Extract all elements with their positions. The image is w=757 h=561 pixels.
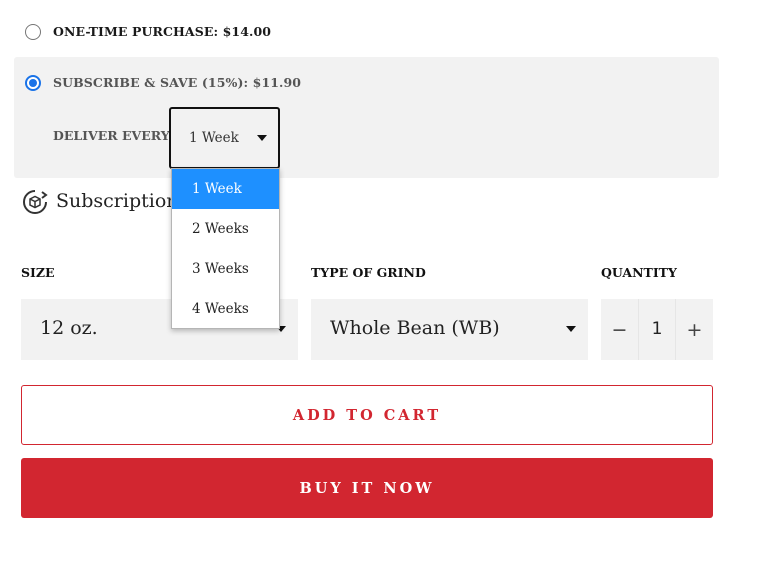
deliver-every-label: DELIVER EVERY [53,128,170,143]
quantity-stepper: − 1 + [601,299,713,360]
delivery-frequency-value: 1 Week [189,130,239,146]
one-time-label[interactable]: ONE-TIME PURCHASE: $14.00 [53,24,271,39]
delivery-option[interactable]: 4 Weeks [172,289,279,328]
subscribe-label[interactable]: SUBSCRIBE & SAVE (15%): $11.90 [53,75,301,90]
subscription-box-icon [23,190,48,214]
delivery-option[interactable]: 1 Week [172,169,279,209]
delivery-frequency-select[interactable]: 1 Week [169,107,280,169]
quantity-decrease-button[interactable]: − [601,299,638,360]
chevron-down-icon [257,135,267,141]
delivery-frequency-dropdown: 1 Week 2 Weeks 3 Weeks 4 Weeks [171,168,280,329]
quantity-input[interactable]: 1 [638,299,676,360]
delivery-option[interactable]: 2 Weeks [172,209,279,249]
subscription-info-link[interactable]: Subscription [56,190,179,212]
subscribe-radio[interactable] [25,75,41,91]
grind-label: TYPE OF GRIND [311,265,426,280]
grind-select[interactable]: Whole Bean (WB) [311,299,588,360]
one-time-radio[interactable] [25,24,41,40]
quantity-label: QUANTITY [601,265,677,280]
chevron-down-icon [566,326,576,332]
size-value: 12 oz. [40,317,98,339]
delivery-option[interactable]: 3 Weeks [172,249,279,289]
size-label: SIZE [21,265,55,280]
add-to-cart-button[interactable]: ADD TO CART [21,385,713,445]
quantity-increase-button[interactable]: + [676,299,713,360]
grind-value: Whole Bean (WB) [330,317,500,339]
buy-it-now-button[interactable]: BUY IT NOW [21,458,713,518]
